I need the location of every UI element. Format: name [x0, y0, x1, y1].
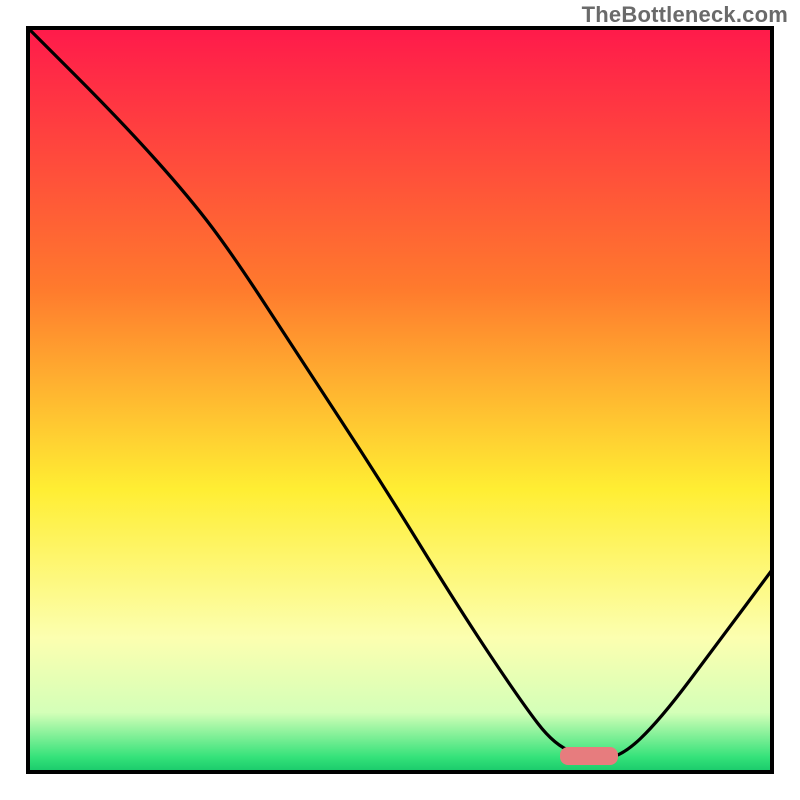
- chart-container: TheBottleneck.com: [0, 0, 800, 800]
- plot-background: [28, 28, 772, 772]
- watermark-text: TheBottleneck.com: [582, 2, 788, 28]
- chart-svg: [0, 0, 800, 800]
- optimal-marker: [560, 747, 618, 765]
